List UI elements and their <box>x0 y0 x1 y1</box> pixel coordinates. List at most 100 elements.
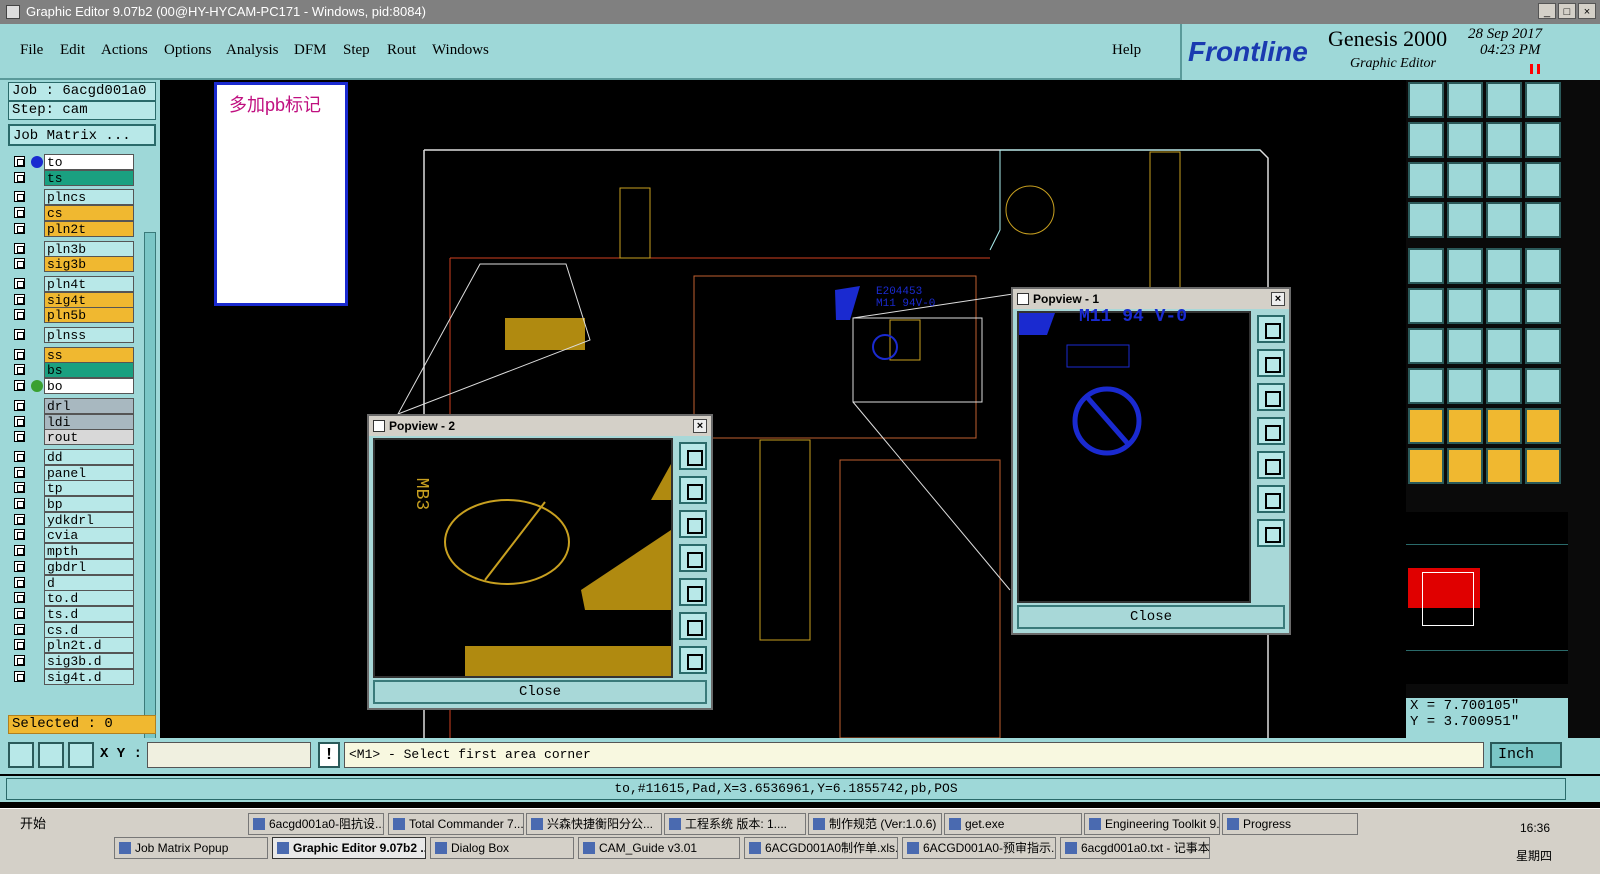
layer-list-scrollbar[interactable] <box>144 232 156 792</box>
menu-step[interactable]: Step <box>343 42 370 59</box>
xy-input[interactable] <box>147 742 311 768</box>
triangle-icon[interactable] <box>1408 408 1444 444</box>
layer-checkbox[interactable] <box>14 450 25 462</box>
layer-name[interactable]: pln4t <box>44 275 134 292</box>
pan-left-icon[interactable] <box>679 544 707 572</box>
popview-2-titlebar[interactable]: Popview - 2 × <box>369 416 711 436</box>
cursor-icon[interactable] <box>1408 448 1444 484</box>
layer-name[interactable]: mpth <box>44 543 134 560</box>
layer-row[interactable]: rout <box>12 429 134 446</box>
zoom-out-icon[interactable] <box>1257 519 1285 547</box>
layer-name[interactable]: sig3b <box>44 256 134 273</box>
layer-row[interactable]: plncs <box>12 189 134 206</box>
cursor-move-icon[interactable] <box>1525 448 1561 484</box>
popview-1-close-icon[interactable]: × <box>1271 292 1285 306</box>
layer-row[interactable]: pln4t <box>12 275 134 292</box>
layer-name[interactable]: pln2t <box>44 220 134 237</box>
layer-name[interactable]: drl <box>44 397 134 414</box>
scale-1-2-icon[interactable] <box>1486 162 1522 198</box>
arc-icon[interactable] <box>1486 328 1522 364</box>
taskbar-button[interactable]: get.exe <box>944 813 1082 835</box>
layer-name[interactable]: to.d <box>44 590 134 607</box>
snap-icon[interactable] <box>8 742 34 768</box>
cursor-box-icon[interactable] <box>1447 448 1483 484</box>
layer-row[interactable]: sig3b.d <box>12 653 134 669</box>
layer-checkbox[interactable] <box>14 415 25 427</box>
layer-checkbox[interactable] <box>14 277 25 289</box>
menu-rout[interactable]: Rout <box>387 42 416 59</box>
layer-row[interactable]: ldi <box>12 413 134 430</box>
pan-right-icon[interactable] <box>679 578 707 606</box>
pad-icon[interactable] <box>1408 248 1444 284</box>
taskbar-button[interactable]: Engineering Toolkit 9... <box>1084 813 1220 835</box>
layer-compare-icon[interactable] <box>1486 202 1522 238</box>
layer-row[interactable]: dd <box>12 448 134 465</box>
drill-icon[interactable] <box>1525 248 1561 284</box>
layer-row[interactable]: cs <box>12 205 134 222</box>
layer-checkbox[interactable] <box>14 466 25 478</box>
layer-name[interactable]: sig4t <box>44 291 134 308</box>
taskbar-button[interactable]: Dialog Box <box>430 837 574 859</box>
grid-view-icon[interactable] <box>1447 202 1483 238</box>
layer-row[interactable]: sig3b <box>12 256 134 273</box>
ruler-icon[interactable] <box>1486 248 1522 284</box>
measure-icon[interactable] <box>1408 202 1444 238</box>
pan-left-icon[interactable] <box>1257 417 1285 445</box>
layer-row[interactable]: ts.d <box>12 605 134 622</box>
layer-name[interactable]: d <box>44 574 134 591</box>
layer-row[interactable]: cvia <box>12 527 134 544</box>
layer-name[interactable]: bo <box>44 378 134 395</box>
overview-viewport[interactable] <box>1422 572 1474 626</box>
net-icon[interactable] <box>1408 288 1444 324</box>
layer-name[interactable]: plncs <box>44 189 134 206</box>
pointer-triangle-icon[interactable] <box>1486 408 1522 444</box>
layer-name[interactable]: ss <box>44 346 134 363</box>
popview-1-view[interactable]: M11 94 V-0 <box>1017 307 1251 603</box>
zoom-fit-icon[interactable] <box>1408 162 1444 198</box>
layer-checkbox[interactable] <box>14 207 25 219</box>
layer-name[interactable]: sig3b.d <box>44 653 134 669</box>
menu-help[interactable]: Help <box>1112 42 1141 59</box>
layer-row[interactable]: to <box>12 154 134 170</box>
layer-row[interactable]: sig4t.d <box>12 668 134 685</box>
layer-checkbox[interactable] <box>14 639 25 651</box>
menu-dfm[interactable]: DFM <box>294 42 327 59</box>
connect-icon[interactable] <box>1486 288 1522 324</box>
layer-name[interactable]: ts <box>44 169 134 186</box>
menu-edit[interactable]: Edit <box>60 42 85 59</box>
layer-checkbox[interactable] <box>14 399 25 411</box>
job-matrix-button[interactable]: Job Matrix ... <box>8 124 156 146</box>
taskbar-button[interactable]: 6ACGD001A0-预审指示... <box>902 837 1056 859</box>
layer-name[interactable]: bs <box>44 362 134 379</box>
connect-red-icon[interactable] <box>1525 288 1561 324</box>
layer-row[interactable]: gbdrl <box>12 558 134 575</box>
maximize-button[interactable]: □ <box>1558 3 1576 19</box>
layer-checkbox[interactable] <box>14 191 25 203</box>
taskbar-button[interactable]: Progress <box>1222 813 1358 835</box>
layer-checkbox[interactable] <box>14 156 25 167</box>
layer-row[interactable]: to.d <box>12 590 134 607</box>
mirror-triangle-icon[interactable] <box>1525 408 1561 444</box>
layer-checkbox[interactable] <box>14 576 25 588</box>
taskbar-button[interactable]: 兴森快捷衡阳分公... <box>526 813 662 835</box>
zoom-in-icon[interactable] <box>1257 315 1285 343</box>
zoom-center-icon[interactable] <box>1447 162 1483 198</box>
copy-icon[interactable] <box>1525 368 1561 404</box>
layer-row[interactable]: pln2t <box>12 220 134 237</box>
layer-name[interactable]: cvia <box>44 527 134 544</box>
layer-row[interactable]: bs <box>12 362 134 379</box>
taskbar-button[interactable]: 6acgd001a0-阻抗设... <box>248 813 384 835</box>
layer-row[interactable]: bp <box>12 496 134 512</box>
layer-name[interactable]: plnss <box>44 327 134 343</box>
layer-checkbox[interactable] <box>14 258 25 270</box>
layer-row[interactable]: plnss <box>12 327 134 343</box>
popview-2-window[interactable]: Popview - 2 × MB3 Close <box>367 414 713 710</box>
pan-down-icon[interactable] <box>1257 383 1285 411</box>
layer-name[interactable]: ts.d <box>44 605 134 622</box>
layer-checkbox[interactable] <box>14 309 25 321</box>
popview-2-view[interactable]: MB3 <box>373 438 673 678</box>
alert-icon[interactable]: ! <box>318 742 340 768</box>
layer-checkbox[interactable] <box>14 348 25 360</box>
menu-options[interactable]: Options <box>164 42 212 59</box>
window-icon[interactable] <box>1525 82 1561 118</box>
